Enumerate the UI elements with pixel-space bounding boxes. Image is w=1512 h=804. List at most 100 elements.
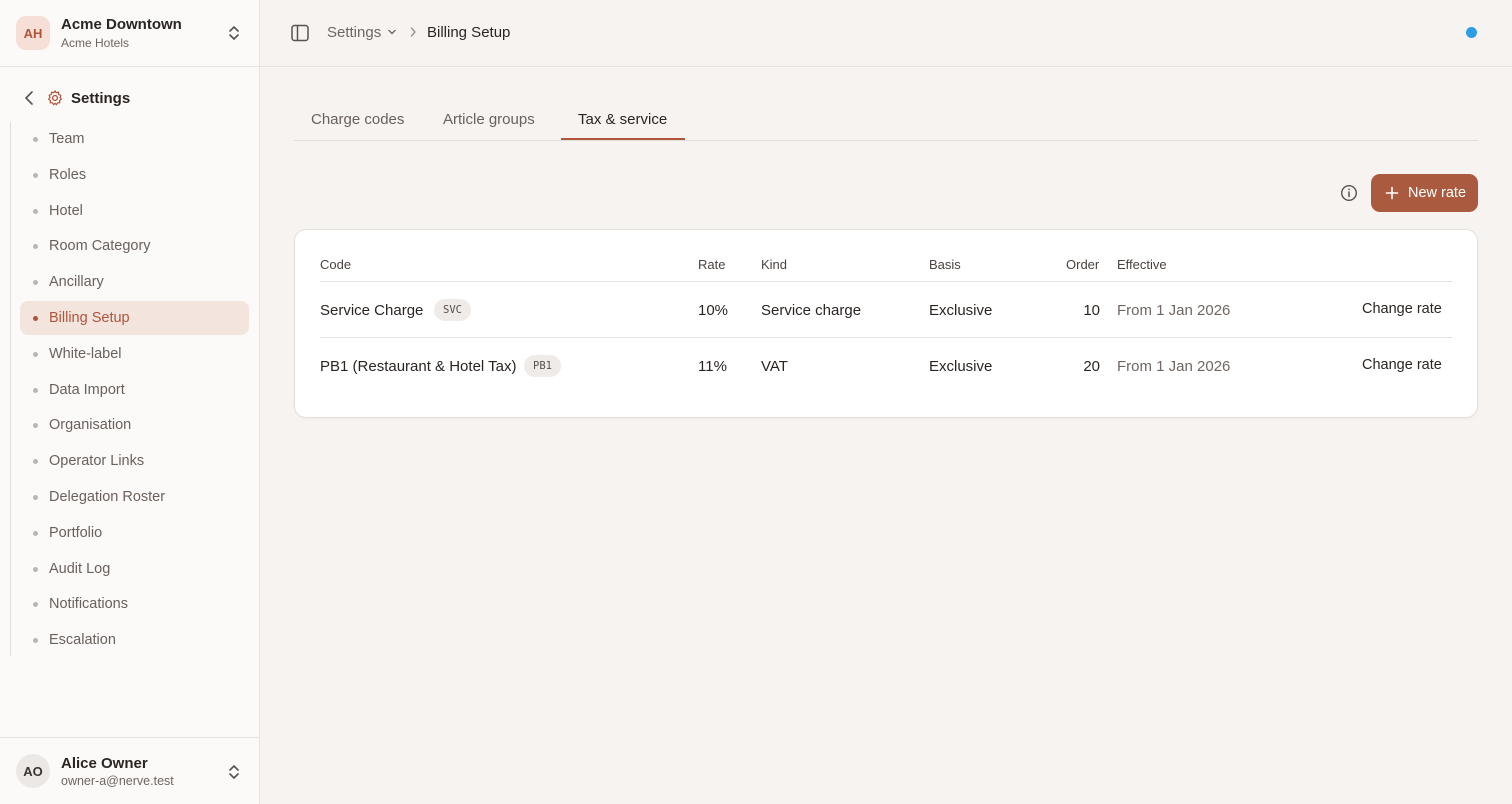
sidebar-item-label: Roles (49, 166, 87, 183)
sidebar-item-escalation[interactable]: Escalation (20, 623, 249, 657)
sidebar-item-data-import[interactable]: Data Import (20, 373, 249, 407)
sidebar-item-label: Portfolio (49, 524, 103, 541)
row-effective: From 1 Jan 2026 (1117, 302, 1231, 319)
nav-bullet (33, 423, 38, 429)
tab-article-groups[interactable]: Article groups (443, 111, 535, 128)
user-email: owner-a@nerve.test (61, 774, 174, 788)
sidebar-item-organisation[interactable]: Organisation (20, 408, 249, 442)
user-switcher[interactable]: AO Alice Owner owner-a@nerve.test (0, 737, 259, 804)
column-header-basis: Basis (929, 257, 961, 272)
nav-bullet (33, 208, 38, 214)
sidebar-item-hotel[interactable]: Hotel (20, 194, 249, 228)
sidebar-item-delegation-roster[interactable]: Delegation Roster (20, 480, 249, 514)
plus-icon (1385, 186, 1399, 200)
nav-bullet (33, 495, 38, 500)
sidebar-item-ancillary[interactable]: Ancillary (20, 265, 249, 299)
info-icon[interactable] (1340, 184, 1358, 202)
sidebar-item-team[interactable]: Team (20, 122, 249, 156)
gear-icon (48, 90, 62, 106)
sidebar-item-white-label[interactable]: White-label (20, 337, 249, 371)
nav-rail (10, 122, 11, 656)
sidebar-item-audit-log[interactable]: Audit Log (20, 552, 249, 586)
breadcrumb-current: Billing Setup (427, 24, 511, 41)
chevron-left-icon[interactable] (22, 90, 36, 106)
settings-header: Settings (20, 86, 240, 110)
nav-bullet (33, 566, 38, 572)
sidebar-item-label: Team (49, 131, 85, 147)
breadcrumb-settings[interactable]: Settings (327, 24, 381, 41)
sidebar: AH Acme Downtown Acme Hotels Settings Te… (0, 0, 260, 804)
tab-bar: Charge codes Article groups Tax & servic… (294, 100, 1478, 141)
topbar: Settings Billing Setup (260, 0, 1512, 67)
nav-bullet (33, 316, 38, 321)
org-avatar: AH (16, 16, 50, 50)
sidebar-item-label: Ancillary (49, 274, 104, 291)
code-badge: SVC (434, 299, 471, 321)
row-basis: Exclusive (929, 358, 993, 375)
change-rate-button[interactable]: Change rate (1362, 301, 1442, 317)
sidebar-item-label: Organisation (49, 417, 132, 434)
row-basis: Exclusive (929, 302, 993, 319)
sidebar-item-label: Operator Links (49, 453, 145, 470)
nav-bullet (33, 459, 38, 465)
active-tab-indicator (561, 138, 685, 140)
column-header-order: Order (1066, 257, 1100, 272)
chevrons-up-down-icon (229, 765, 239, 779)
user-name: Alice Owner (61, 755, 148, 772)
sidebar-item-label: Hotel (49, 202, 83, 219)
sidebar-item-label: Delegation Roster (49, 489, 166, 505)
nav-bullet (33, 387, 38, 393)
column-header-rate: Rate (698, 257, 726, 272)
sidebar-item-portfolio[interactable]: Portfolio (20, 516, 249, 550)
sidebar-item-operator-links[interactable]: Operator Links (20, 444, 249, 478)
sidebar-item-label: Billing Setup (49, 310, 130, 326)
nav-bullet (33, 280, 38, 286)
sidebar-item-label: Escalation (49, 632, 116, 649)
new-rate-button[interactable]: New rate (1371, 174, 1478, 212)
tab-tax-service[interactable]: Tax & service (578, 111, 667, 128)
nav-bullet (33, 530, 38, 536)
row-rate: 10% (698, 302, 729, 319)
nav-bullet (33, 172, 38, 178)
chevrons-up-down-icon (229, 26, 239, 40)
change-rate-button[interactable]: Change rate (1362, 357, 1442, 373)
status-dot (1466, 27, 1477, 38)
org-switcher[interactable]: AH Acme Downtown Acme Hotels (0, 0, 259, 67)
sidebar-item-label: Data Import (49, 381, 125, 398)
chevron-down-icon (388, 29, 396, 35)
nav-bullet (33, 244, 38, 250)
sidebar-item-label: Room Category (49, 238, 151, 255)
rates-table: Code Rate Kind Basis Order Effective Ser… (294, 229, 1478, 418)
column-header-kind: Kind (761, 257, 788, 272)
row-order: 10 (1083, 302, 1100, 319)
chevron-right-icon (410, 27, 416, 37)
sidebar-item-billing-setup[interactable]: Billing Setup (20, 301, 249, 335)
sidebar-item-label: White-label (49, 345, 122, 362)
row-kind: VAT (761, 358, 788, 375)
sidebar-toggle-icon[interactable] (291, 24, 309, 42)
sidebar-item-notifications[interactable]: Notifications (20, 587, 249, 621)
sidebar-item-label: Audit Log (49, 560, 111, 577)
row-code-name: PB1 (Restaurant & Hotel Tax) (320, 358, 517, 375)
settings-title: Settings (71, 90, 131, 107)
sidebar-item-label: Notifications (49, 596, 128, 613)
org-subtitle: Acme Hotels (61, 36, 130, 50)
org-name: Acme Downtown (61, 16, 182, 33)
table-row: Service Charge SVC 10% Service charge Ex… (320, 282, 1452, 338)
user-avatar: AO (16, 754, 50, 788)
column-header-effective: Effective (1117, 257, 1167, 272)
nav-bullet (33, 137, 38, 142)
tab-charge-codes[interactable]: Charge codes (311, 111, 404, 128)
sidebar-item-room-category[interactable]: Room Category (20, 229, 249, 263)
row-code-name: Service Charge (320, 302, 424, 319)
nav-bullet (33, 351, 38, 357)
code-badge: PB1 (524, 355, 561, 377)
row-order: 20 (1083, 358, 1100, 375)
sidebar-item-roles[interactable]: Roles (20, 158, 249, 192)
new-rate-label: New rate (1408, 185, 1467, 201)
nav-bullet (33, 602, 38, 608)
row-kind: Service charge (761, 302, 862, 319)
column-header-code: Code (320, 257, 352, 272)
nav-bullet (33, 638, 38, 644)
table-row: PB1 (Restaurant & Hotel Tax) PB1 11% VAT… (320, 338, 1452, 394)
